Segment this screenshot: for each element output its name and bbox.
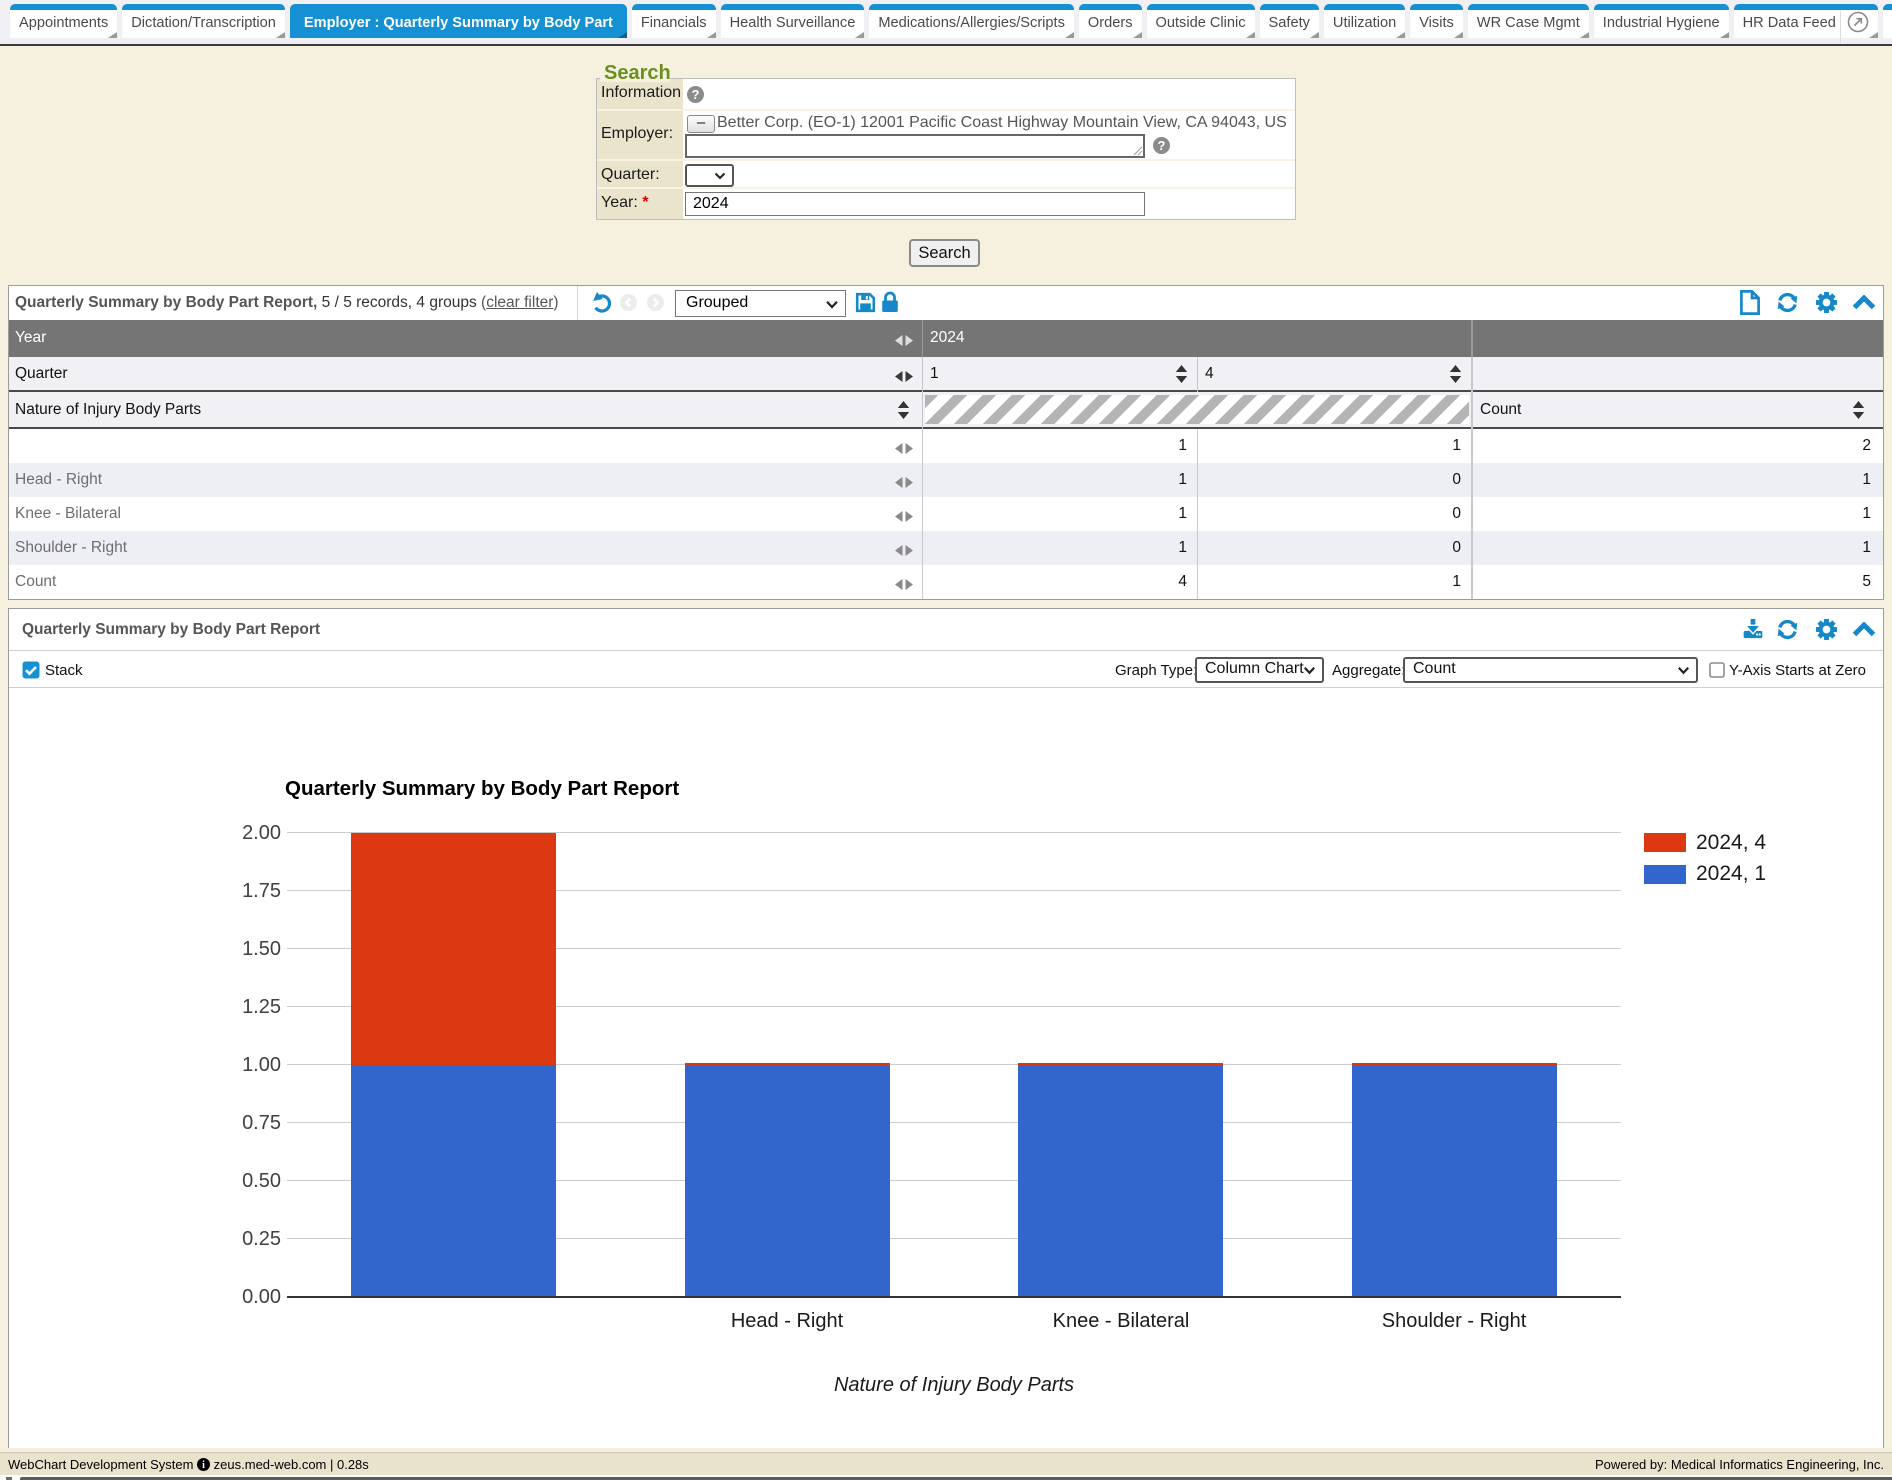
- svg-text:i: i: [202, 1460, 205, 1471]
